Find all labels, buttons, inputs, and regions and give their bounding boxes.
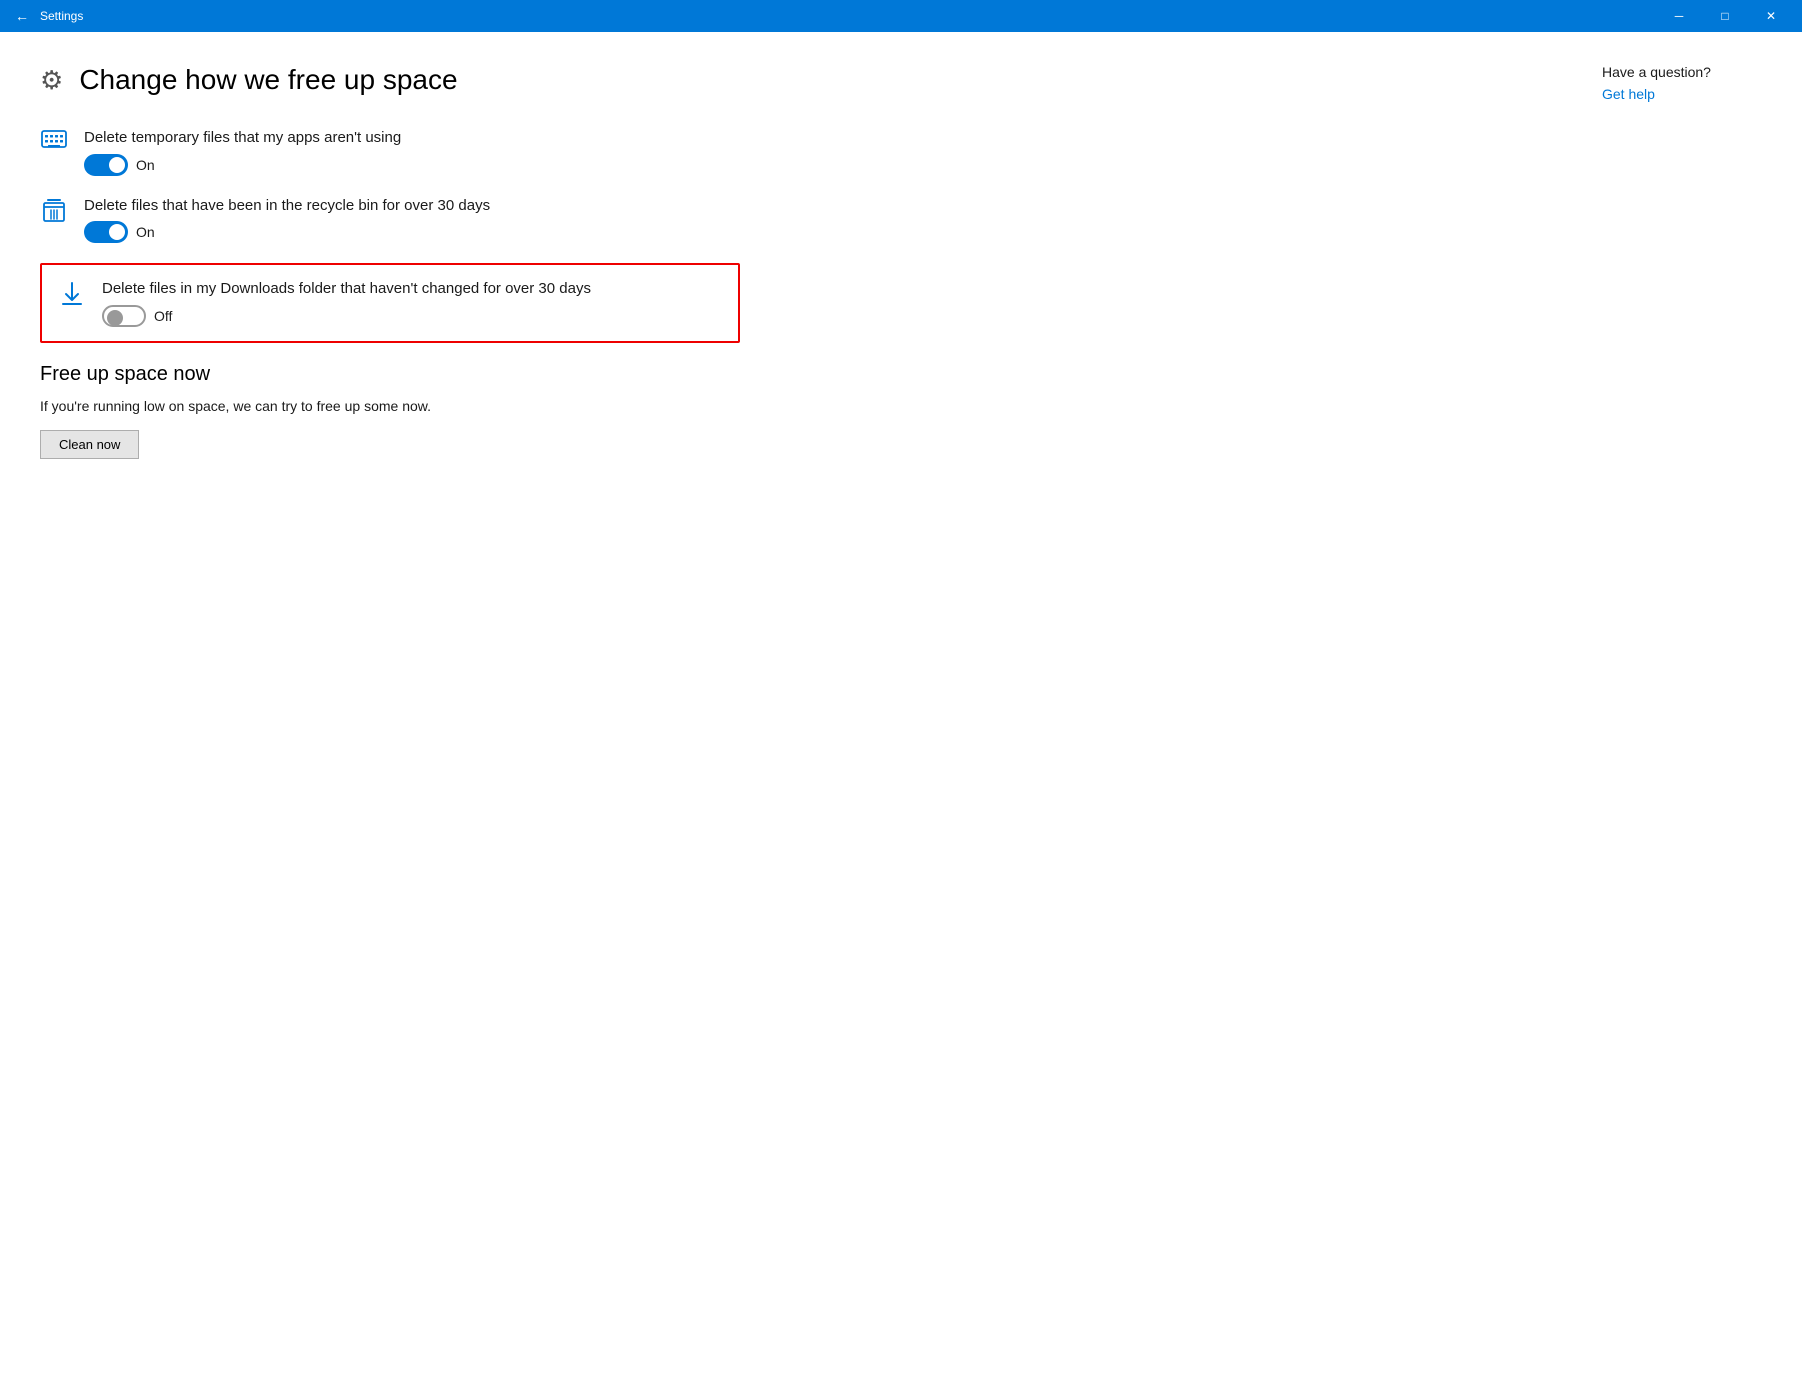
recycle-bin-label: Delete files that have been in the recyc… [84,196,490,216]
page-header: ⚙ Change how we free up space [40,64,740,96]
downloads-label: Delete files in my Downloads folder that… [102,279,591,299]
setting-temp-files-content: Delete temporary files that my apps aren… [84,128,401,176]
main-panel: ⚙ Change how we free up space [40,64,740,1367]
close-button[interactable]: ✕ [1748,0,1794,32]
free-up-heading: Free up space now [40,363,740,386]
trash-icon [40,198,68,230]
sidebar-right: Have a question? Get help [1562,64,1762,1367]
get-help-link[interactable]: Get help [1602,86,1655,102]
free-up-description: If you're running low on space, we can t… [40,398,740,414]
temp-files-toggle-thumb [109,157,125,173]
temp-files-toggle-track [84,154,128,176]
keyboard-icon [40,130,68,158]
clean-now-button[interactable]: Clean now [40,430,139,459]
downloads-toggle-container: Off [102,305,591,327]
window-controls: ─ □ ✕ [1656,0,1794,32]
recycle-bin-toggle-label: On [136,224,155,240]
temp-files-toggle[interactable] [84,154,128,176]
titlebar: ← Settings ─ □ ✕ [0,0,1802,32]
temp-files-label: Delete temporary files that my apps aren… [84,128,401,148]
downloads-toggle-thumb [107,310,123,326]
page-title: Change how we free up space [79,64,457,96]
temp-files-toggle-label: On [136,157,155,173]
gear-icon: ⚙ [40,65,63,96]
setting-temp-files: Delete temporary files that my apps aren… [40,128,740,176]
sidebar-question: Have a question? [1602,64,1762,80]
setting-downloads-content: Delete files in my Downloads folder that… [102,279,591,327]
minimize-button[interactable]: ─ [1656,0,1702,32]
main-content: ⚙ Change how we free up space [0,32,1802,1399]
restore-button[interactable]: □ [1702,0,1748,32]
back-button[interactable]: ← [8,2,36,30]
recycle-bin-toggle-thumb [109,224,125,240]
downloads-toggle-label: Off [154,308,172,324]
setting-recycle-bin: Delete files that have been in the recyc… [40,196,740,244]
downloads-toggle[interactable] [102,305,146,327]
downloads-toggle-track [102,305,146,327]
titlebar-title: Settings [40,9,1656,23]
recycle-bin-toggle-track [84,221,128,243]
setting-recycle-bin-content: Delete files that have been in the recyc… [84,196,490,244]
temp-files-toggle-container: On [84,154,401,176]
setting-downloads: Delete files in my Downloads folder that… [40,263,740,343]
recycle-bin-toggle[interactable] [84,221,128,243]
download-icon [58,281,86,313]
recycle-bin-toggle-container: On [84,221,490,243]
